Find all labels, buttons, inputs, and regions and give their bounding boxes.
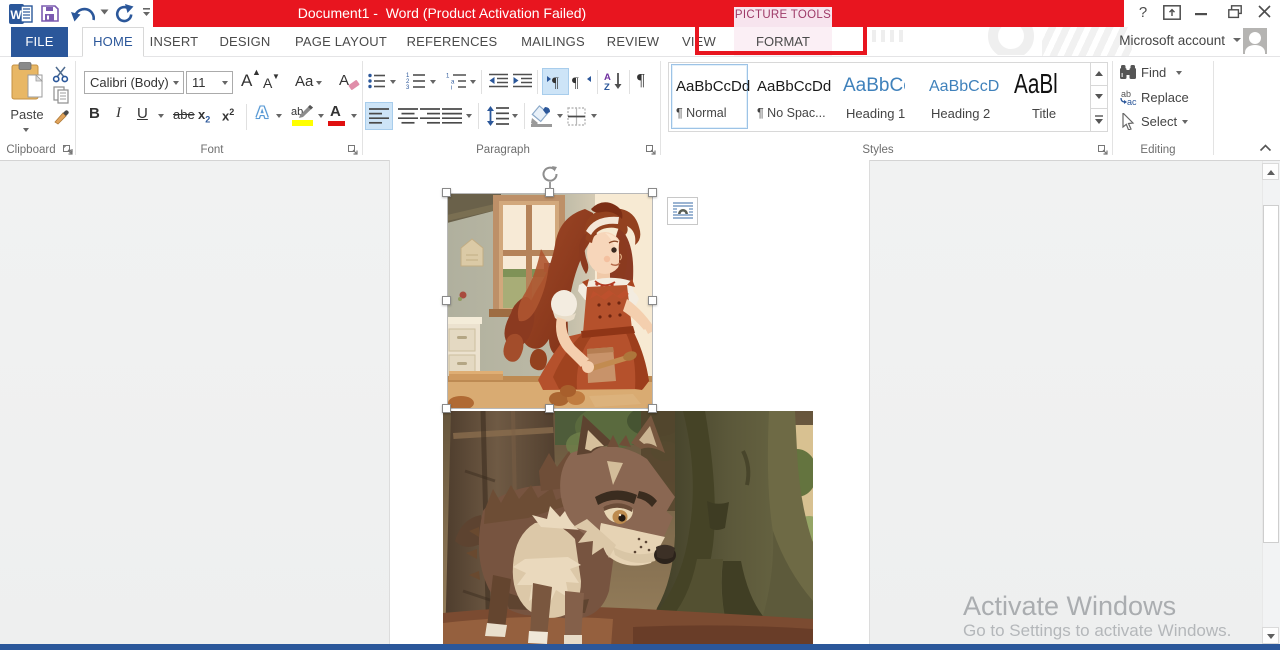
svg-text:ac: ac (1127, 97, 1137, 106)
svg-text:3: 3 (406, 85, 410, 90)
svg-text:Z: Z (604, 82, 610, 91)
svg-text:i: i (451, 86, 452, 91)
svg-text:¶: ¶ (572, 75, 579, 89)
svg-text:¶: ¶ (552, 75, 559, 89)
svg-text:1: 1 (446, 74, 450, 80)
svg-text:W: W (10, 8, 22, 22)
